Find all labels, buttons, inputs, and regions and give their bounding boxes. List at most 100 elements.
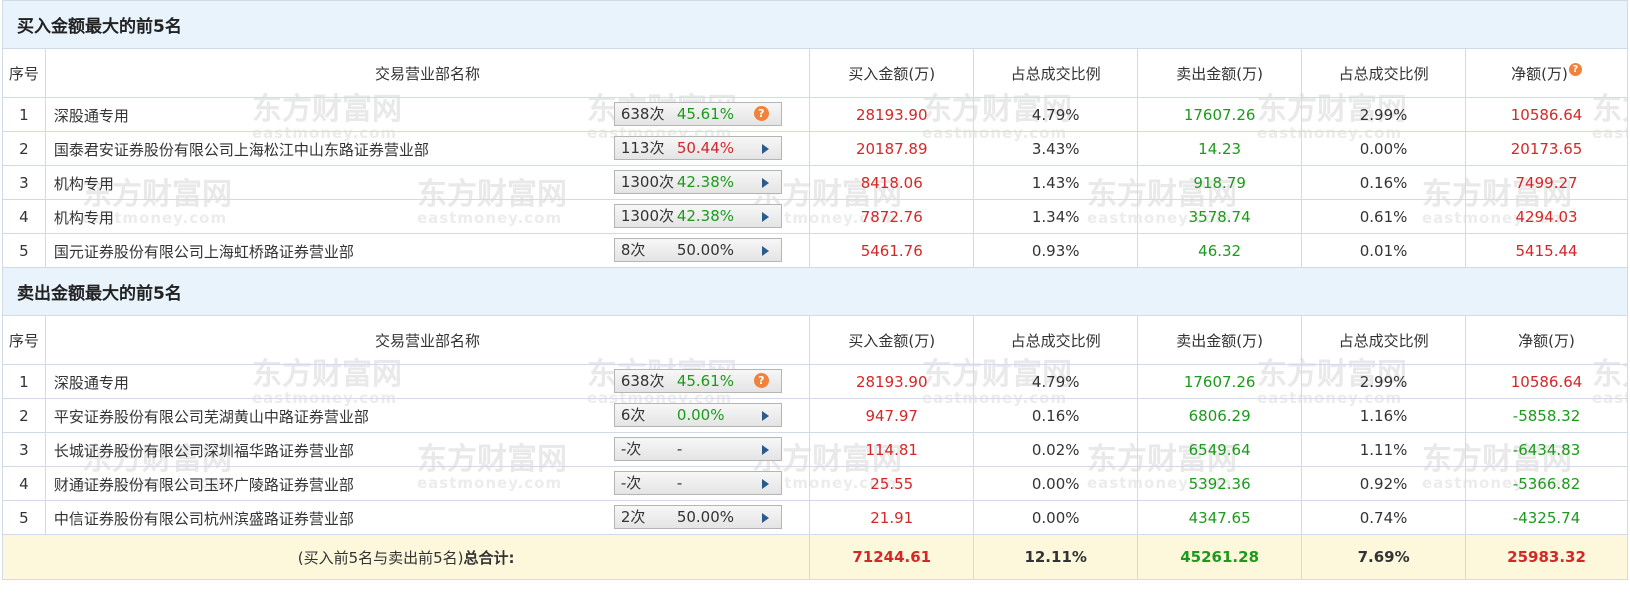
win-rate: 50.00%: [676, 508, 735, 526]
seat-name-cell: 国元证券股份有限公司上海虹桥路证券营业部 8次 50.00%: [44, 233, 811, 268]
header-label: 占总成交比例: [1338, 331, 1429, 350]
appearance-count: 1300次: [620, 173, 674, 191]
total-net-amount: 25983.32: [1465, 534, 1628, 580]
expand-arrow-icon[interactable]: [761, 246, 769, 256]
appearance-count: 2次: [620, 508, 646, 526]
col-net-header: 净额(万)?: [1465, 48, 1628, 98]
table-row: 5 国元证券股份有限公司上海虹桥路证券营业部 8次 50.00% 5461.76 0.93…: [2, 233, 1628, 268]
net-amount: 10586.64: [1465, 97, 1628, 132]
win-rate: 0.00%: [676, 406, 725, 424]
row-index: 5: [2, 233, 46, 268]
seat-stats-badge[interactable]: 1300次 42.38%: [613, 204, 782, 228]
seat-name: 国泰君安证券股份有限公司上海松江中山东路证券营业部: [53, 141, 429, 159]
buy-ratio: 4.79%: [973, 364, 1139, 399]
sell-amount: 4347.65: [1137, 500, 1303, 535]
seat-name-cell: 国泰君安证券股份有限公司上海松江中山东路证券营业部 113次 50.44%: [44, 131, 811, 166]
win-rate: 45.61%: [676, 105, 735, 123]
buy-amount: 947.97: [809, 398, 975, 433]
appearance-count: -次: [620, 474, 642, 492]
seat-stats-badge[interactable]: -次 -: [613, 471, 782, 495]
expand-arrow-icon[interactable]: [761, 212, 769, 222]
appearance-count: 6次: [620, 406, 646, 424]
col-sell-amount-header: 卖出金额(万): [1137, 315, 1303, 365]
expand-arrow-icon[interactable]: [761, 513, 769, 523]
sell-ratio: 0.16%: [1301, 165, 1467, 200]
sell-ratio: 0.01%: [1301, 233, 1467, 268]
col-seat-name-header: 交易营业部名称: [44, 48, 811, 98]
seat-name: 长城证券股份有限公司深圳福华路证券营业部: [53, 442, 354, 460]
header-label: 买入金额(万): [848, 64, 936, 83]
row-index: 2: [2, 131, 46, 166]
table-row: 4 财通证券股份有限公司玉环广陵路证券营业部 -次 - 25.55 0.00% 5392.3…: [2, 466, 1628, 501]
table-row: 4 机构专用 1300次 42.38% 7872.76 1.34% 3578.74 0.61%…: [2, 199, 1628, 234]
seat-stats-badge[interactable]: 638次 45.61%?: [613, 369, 782, 393]
expand-arrow-icon[interactable]: [761, 411, 769, 421]
expand-arrow-icon[interactable]: [761, 479, 769, 489]
win-rate: 50.44%: [676, 139, 735, 157]
seat-stats-badge[interactable]: 638次 45.61%?: [613, 102, 782, 126]
sell-amount: 14.23: [1137, 131, 1303, 166]
help-icon[interactable]: ?: [1568, 62, 1582, 76]
help-icon[interactable]: ?: [753, 106, 769, 121]
trading-seats-table: 买入金额最大的前5名 序号 交易营业部名称 买入金额(万) 占总成交比例 卖出金额(万) 占…: [1, 0, 1628, 580]
buy-ratio: 0.00%: [973, 466, 1139, 501]
table-row: 1 深股通专用 638次 45.61%? 28193.90 4.79% 17607.26 2.…: [2, 97, 1628, 132]
row-index: 4: [2, 199, 46, 234]
header-label: 净额(万): [1518, 331, 1575, 350]
expand-arrow-icon[interactable]: [761, 144, 769, 154]
row-index: 3: [2, 165, 46, 200]
total-sell-amount: 45261.28: [1137, 534, 1303, 580]
sell-ratio: 0.74%: [1301, 500, 1467, 535]
table-row: 1 深股通专用 638次 45.61%? 28193.90 4.79% 17607.26 2.…: [2, 364, 1628, 399]
appearance-count: 638次: [620, 372, 665, 390]
buy-ratio: 0.02%: [973, 432, 1139, 467]
total-buy-ratio: 12.11%: [973, 534, 1139, 580]
seat-name-cell: 长城证券股份有限公司深圳福华路证券营业部 -次 -: [44, 432, 811, 467]
buy-amount: 28193.90: [809, 97, 975, 132]
row-index: 4: [2, 466, 46, 501]
buy-ratio: 0.93%: [973, 233, 1139, 268]
seat-stats-badge[interactable]: 2次 50.00%: [613, 505, 782, 529]
column-header-row: 序号 交易营业部名称 买入金额(万) 占总成交比例 卖出金额(万) 占总成交比例 净额(万): [2, 315, 1628, 365]
win-rate: -: [676, 474, 683, 492]
header-label: 序号: [8, 331, 39, 350]
seat-stats-badge[interactable]: 6次 0.00%: [613, 403, 782, 427]
seat-stats-badge[interactable]: 8次 50.00%: [613, 238, 782, 262]
grand-total-row: (买入前5名与卖出前5名)总合计: 71244.61 12.11% 45261.28 7…: [1, 534, 1628, 580]
header-label: 净额(万): [1511, 64, 1568, 83]
sell-ratio: 2.99%: [1301, 97, 1467, 132]
header-label: 占总成交比例: [1338, 64, 1429, 83]
appearance-count: 1300次: [620, 207, 674, 225]
grand-total-label-suffix: 总合计:: [463, 548, 515, 567]
seat-name-cell: 机构专用 1300次 42.38%: [44, 199, 811, 234]
table-row: 2 平安证券股份有限公司芜湖黄山中路证券营业部 6次 0.00% 947.97 0.16%…: [2, 398, 1628, 433]
seat-name-cell: 深股通专用 638次 45.61%?: [44, 364, 811, 399]
row-index: 2: [2, 398, 46, 433]
seat-name: 财通证券股份有限公司玉环广陵路证券营业部: [53, 476, 354, 494]
row-index: 5: [2, 500, 46, 535]
header-label: 买入金额(万): [848, 331, 936, 350]
buy-amount: 20187.89: [809, 131, 975, 166]
net-amount: 10586.64: [1465, 364, 1628, 399]
col-index-header: 序号: [2, 315, 46, 365]
expand-arrow-icon[interactable]: [761, 445, 769, 455]
buy-amount: 8418.06: [809, 165, 975, 200]
seat-stats-badge[interactable]: -次 -: [613, 437, 782, 461]
buy-ratio: 0.16%: [973, 398, 1139, 433]
dragon-tiger-table-panel: 东方财富网eastmoney.com东方财富网eastmoney.com东方财富…: [1, 0, 1628, 580]
sell-amount: 6806.29: [1137, 398, 1303, 433]
sell-ratio: 1.11%: [1301, 432, 1467, 467]
sell-ratio: 0.92%: [1301, 466, 1467, 501]
net-amount: -4325.74: [1465, 500, 1628, 535]
expand-arrow-icon[interactable]: [761, 178, 769, 188]
appearance-count: 113次: [620, 139, 665, 157]
seat-stats-badge[interactable]: 113次 50.44%: [613, 136, 782, 160]
buy-amount: 28193.90: [809, 364, 975, 399]
seat-name: 机构专用: [53, 209, 114, 227]
col-buy-amount-header: 买入金额(万): [809, 315, 975, 365]
header-label: 卖出金额(万): [1176, 64, 1263, 83]
help-icon[interactable]: ?: [753, 373, 769, 388]
section-title: 买入金额最大的前5名: [2, 0, 1628, 49]
seat-stats-badge[interactable]: 1300次 42.38%: [613, 170, 782, 194]
net-amount: -5858.32: [1465, 398, 1628, 433]
